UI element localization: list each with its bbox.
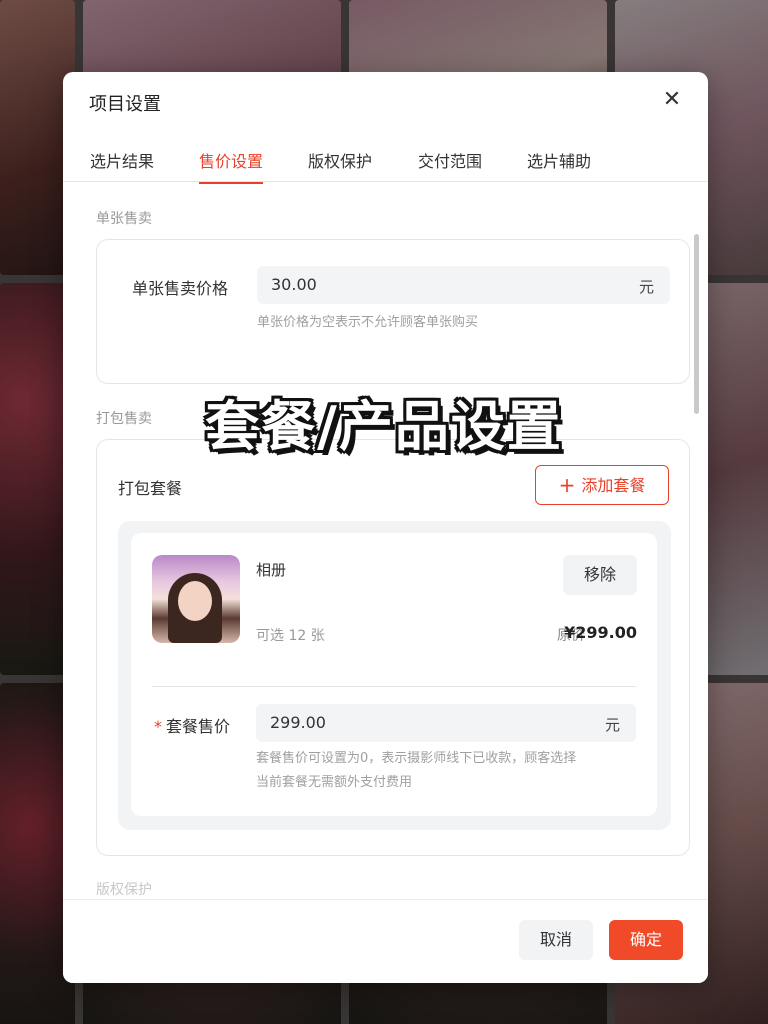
package-price-label-text: 套餐售价 bbox=[166, 717, 231, 736]
divider bbox=[152, 686, 636, 687]
dialog-title: 项目设置 bbox=[89, 94, 161, 115]
tab-selection-result[interactable]: 选片结果 bbox=[90, 148, 154, 182]
single-price-unit: 元 bbox=[638, 278, 654, 296]
package-price-input[interactable]: 299.00 元 bbox=[256, 704, 636, 742]
single-price-value: 30.00 bbox=[271, 275, 317, 294]
close-icon[interactable]: ✕ bbox=[660, 88, 684, 112]
tab-pricing[interactable]: 售价设置 bbox=[199, 148, 264, 184]
single-price-label: 单张售卖价格 bbox=[132, 279, 229, 298]
dialog-header: 项目设置 ✕ bbox=[63, 72, 708, 132]
package-thumbnail bbox=[152, 555, 240, 643]
package-price-hint-line2: 当前套餐无需额外支付费用 bbox=[256, 775, 413, 790]
original-price-value: ¥299.00 bbox=[564, 623, 637, 642]
package-price-hint-line1: 套餐售价可设置为0，表示摄影师线下已收款，顾客选择 bbox=[256, 751, 577, 766]
required-star-icon: * bbox=[154, 717, 162, 736]
single-price-hint: 单张价格为空表示不允许顾客单张购买 bbox=[257, 315, 479, 330]
project-settings-dialog: 项目设置 ✕ 选片结果 售价设置 版权保护 交付范围 选片辅助 单张售卖 单张售… bbox=[63, 72, 708, 983]
single-price-input[interactable]: 30.00 元 bbox=[257, 266, 670, 304]
tab-delivery[interactable]: 交付范围 bbox=[418, 148, 482, 182]
package-photo-count: 可选 12 张 bbox=[256, 628, 325, 644]
package-price-label: * 套餐售价 bbox=[154, 713, 230, 737]
bundle-title: 打包套餐 bbox=[118, 479, 183, 498]
settings-tabs: 选片结果 售价设置 版权保护 交付范围 选片辅助 bbox=[63, 140, 708, 184]
thumbnail-face bbox=[178, 581, 212, 621]
remove-package-button[interactable]: 移除 bbox=[563, 555, 637, 595]
cancel-button[interactable]: 取消 bbox=[519, 920, 593, 960]
add-package-label: 添加套餐 bbox=[581, 476, 646, 495]
package-price-value: 299.00 bbox=[270, 713, 326, 732]
package-name: 相册 bbox=[256, 561, 287, 579]
single-sale-section-label: 单张售卖 bbox=[96, 211, 152, 227]
bundle-sale-card: 打包套餐 + 添加套餐 相册 移除 可选 12 张 原价 ¥299.00 * 套餐售… bbox=[96, 439, 690, 856]
dialog-footer: 取消 确定 bbox=[63, 899, 708, 983]
package-item: 相册 移除 可选 12 张 原价 ¥299.00 * 套餐售价 299.00 元 … bbox=[131, 533, 657, 816]
tab-copyright[interactable]: 版权保护 bbox=[308, 148, 372, 182]
plus-icon: + bbox=[558, 473, 576, 497]
package-price-unit: 元 bbox=[604, 716, 620, 734]
single-sale-card: 单张售卖价格 30.00 元 单张价格为空表示不允许顾客单张购买 bbox=[96, 239, 690, 384]
tab-selection-assist[interactable]: 选片辅助 bbox=[527, 148, 591, 182]
confirm-button[interactable]: 确定 bbox=[609, 920, 683, 960]
package-list: 相册 移除 可选 12 张 原价 ¥299.00 * 套餐售价 299.00 元 … bbox=[118, 521, 671, 830]
copyright-section-label: 版权保护 bbox=[96, 882, 152, 898]
overlay-caption: 套餐/产品设置 bbox=[205, 395, 563, 458]
dialog-content: 单张售卖 单张售卖价格 30.00 元 单张价格为空表示不允许顾客单张购买 打包… bbox=[63, 182, 708, 902]
add-package-button[interactable]: + 添加套餐 bbox=[535, 465, 669, 505]
